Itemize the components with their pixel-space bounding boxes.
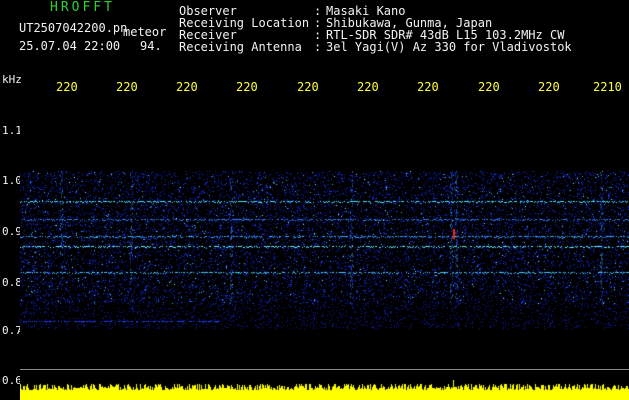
x-tick-label: 220 bbox=[236, 80, 258, 94]
baseline-rule bbox=[20, 369, 629, 370]
file-name: UT2507042200.pn bbox=[19, 21, 128, 35]
x-tick-label: 220 bbox=[297, 80, 319, 94]
y-tick-label: 0.8 bbox=[2, 276, 22, 289]
hrofft-spectrogram-window: HROFFT UT2507042200.pn meteor 25.07.04 2… bbox=[0, 0, 629, 400]
signal-level-meter bbox=[20, 380, 629, 400]
observation-datetime: 25.07.04 22:00 bbox=[19, 39, 121, 53]
x-tick-label: 2210 bbox=[593, 80, 622, 94]
x-tick-label: 220 bbox=[417, 80, 439, 94]
meteor-count: 94. bbox=[140, 39, 162, 53]
spectrogram-plot bbox=[20, 96, 629, 380]
y-axis-unit: kHz bbox=[2, 73, 22, 86]
antenna-value: 3el Yagi(V) Az 330 for Vladivostok bbox=[326, 40, 572, 54]
x-tick-label: 220 bbox=[538, 80, 560, 94]
antenna-label: Receiving Antenna bbox=[179, 40, 302, 54]
x-tick-label: 220 bbox=[478, 80, 500, 94]
x-tick-label: 220 bbox=[357, 80, 379, 94]
x-tick-label: 220 bbox=[116, 80, 138, 94]
x-tick-label: 220 bbox=[176, 80, 198, 94]
app-logo: HROFFT bbox=[50, 0, 115, 15]
colon-separator: : bbox=[314, 40, 322, 54]
meteor-label: meteor bbox=[123, 25, 167, 39]
x-tick-label: 220 bbox=[56, 80, 78, 94]
